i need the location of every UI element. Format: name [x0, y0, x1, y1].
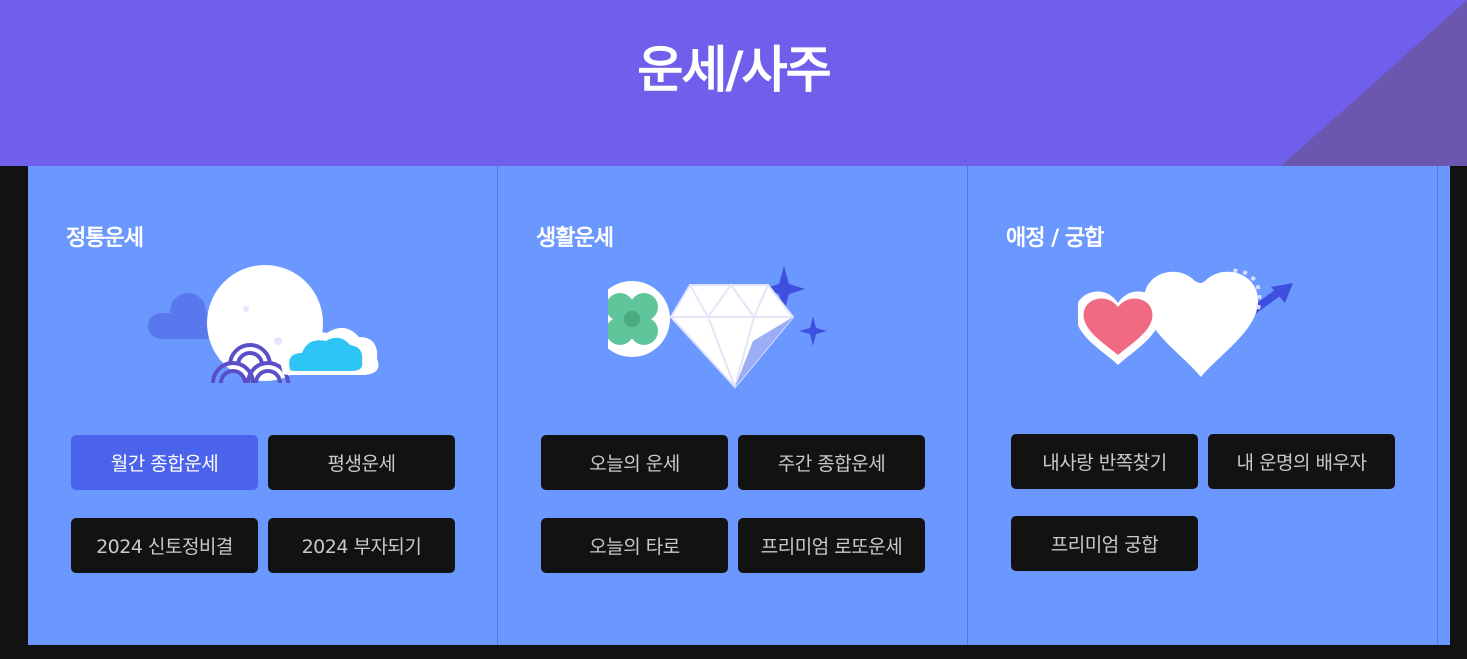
destined-spouse-button[interactable]: 내 운명의 배우자	[1208, 434, 1395, 489]
column-title: 애정 / 궁합	[1006, 226, 1104, 251]
category-column-love: 애정 / 궁합 내사랑 반쪽찾기 내 운명의 배우자 프리미엄 궁합	[968, 166, 1450, 645]
monthly-fortune-button[interactable]: 월간 종합운세	[71, 435, 258, 490]
weekly-fortune-button[interactable]: 주간 종합운세	[738, 435, 925, 490]
hearts-arrow-icon	[1078, 268, 1293, 377]
column-title: 정통운세	[66, 226, 144, 251]
diamond-clover-icon	[608, 266, 827, 389]
tojeong-button[interactable]: 2024 신토정비결	[71, 518, 258, 573]
premium-lotto-button[interactable]: 프리미엄 로또운세	[738, 518, 925, 573]
category-column-traditional: 정통운세 월간 종합운세 평생운세 2024 신토정비결 2024 부자되기	[28, 166, 498, 645]
today-tarot-button[interactable]: 오늘의 타로	[541, 518, 728, 573]
category-column-life: 생활운세 오늘의 운세 주간 종합운세 오늘의 타로 프리미엄 로또운세	[498, 166, 968, 645]
column-title: 생활운세	[536, 226, 614, 251]
lifetime-fortune-button[interactable]: 평생운세	[268, 435, 455, 490]
today-fortune-button[interactable]: 오늘의 운세	[541, 435, 728, 490]
find-soulmate-button[interactable]: 내사랑 반쪽찾기	[1011, 434, 1198, 489]
page-title: 운세/사주	[637, 41, 831, 99]
premium-compatibility-button[interactable]: 프리미엄 궁합	[1011, 516, 1198, 571]
page-header: 운세/사주	[0, 0, 1467, 166]
moon-waves-cloud-icon	[148, 265, 379, 384]
category-panel: 정통운세 월간 종합운세 평생운세 2024 신토정비결 2024 부자되기 생…	[28, 166, 1450, 645]
wealth-button[interactable]: 2024 부자되기	[268, 518, 455, 573]
